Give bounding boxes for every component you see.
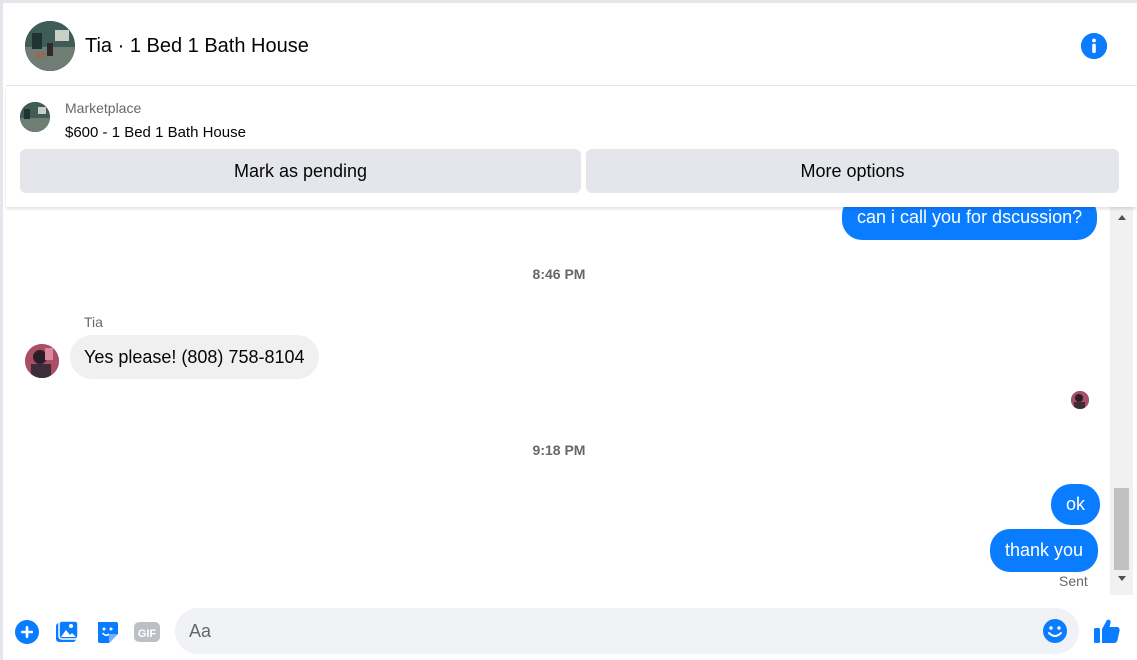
thread-scrollbar[interactable] (1110, 207, 1133, 595)
delivery-status: Sent (1059, 573, 1088, 589)
message-bubble-outgoing[interactable]: thank you (990, 529, 1099, 572)
chat-window: Tia · 1 Bed 1 Bath House Marketplace $60… (0, 0, 1137, 660)
gif-label: GIF (138, 628, 157, 640)
message-bubble-outgoing[interactable]: can i call you for dscussion? (842, 207, 1098, 240)
thumbs-up-icon (1094, 619, 1120, 643)
scroll-up-arrow[interactable] (1110, 213, 1133, 225)
listing-source-label: Marketplace (65, 100, 142, 116)
chevron-up-icon (1117, 215, 1126, 220)
mark-as-pending-button[interactable]: Mark as pending (20, 149, 581, 193)
listing-title[interactable]: $600 - 1 Bed 1 Bath House (65, 124, 246, 141)
message-thread[interactable]: can i call you for dscussion? 8:46 PM Ti… (6, 207, 1110, 595)
conversation-title[interactable]: Tia · 1 Bed 1 Bath House (85, 35, 309, 58)
plus-icon (15, 620, 39, 644)
sender-name: Tia (84, 314, 103, 330)
emoji-icon (1043, 619, 1067, 643)
message-text: ok (1066, 494, 1086, 514)
info-button[interactable] (1081, 33, 1107, 59)
message-text: can i call you for dscussion? (857, 207, 1083, 227)
photo-icon (56, 620, 79, 642)
marketplace-listing-bar: Marketplace $600 - 1 Bed 1 Bath House Ma… (6, 87, 1137, 207)
send-like-button[interactable] (1092, 616, 1122, 646)
message-composer: GIF (6, 595, 1137, 660)
conversation-header: Tia · 1 Bed 1 Bath House (6, 6, 1137, 86)
choose-sticker-button[interactable] (94, 619, 120, 645)
more-options-button[interactable]: More options (586, 149, 1119, 193)
gif-icon: GIF (134, 622, 160, 642)
message-text: thank you (1005, 540, 1084, 560)
conversation-avatar[interactable] (25, 21, 75, 71)
sender-avatar[interactable] (25, 344, 59, 378)
scroll-down-arrow[interactable] (1110, 575, 1133, 587)
message-timestamp: 9:18 PM (532, 442, 586, 458)
message-text: Yes please! (808) 758-8104 (84, 346, 305, 367)
more-actions-button[interactable] (14, 619, 40, 645)
listing-thumbnail[interactable] (20, 102, 50, 132)
emoji-button[interactable] (1042, 618, 1068, 644)
info-icon (1081, 33, 1107, 59)
message-bubble-incoming[interactable]: Yes please! (808) 758-8104 (70, 335, 319, 379)
sticker-icon (98, 622, 118, 643)
message-input[interactable] (189, 608, 1029, 654)
read-receipt-avatar (1071, 391, 1089, 409)
scrollbar-thumb[interactable] (1114, 488, 1129, 570)
message-input-wrapper (175, 608, 1079, 654)
message-timestamp: 8:46 PM (532, 266, 586, 282)
message-bubble-outgoing[interactable]: ok (1051, 484, 1101, 525)
attach-photo-button[interactable] (54, 619, 80, 645)
choose-gif-button[interactable]: GIF (134, 619, 160, 645)
chevron-down-icon (1117, 576, 1126, 581)
